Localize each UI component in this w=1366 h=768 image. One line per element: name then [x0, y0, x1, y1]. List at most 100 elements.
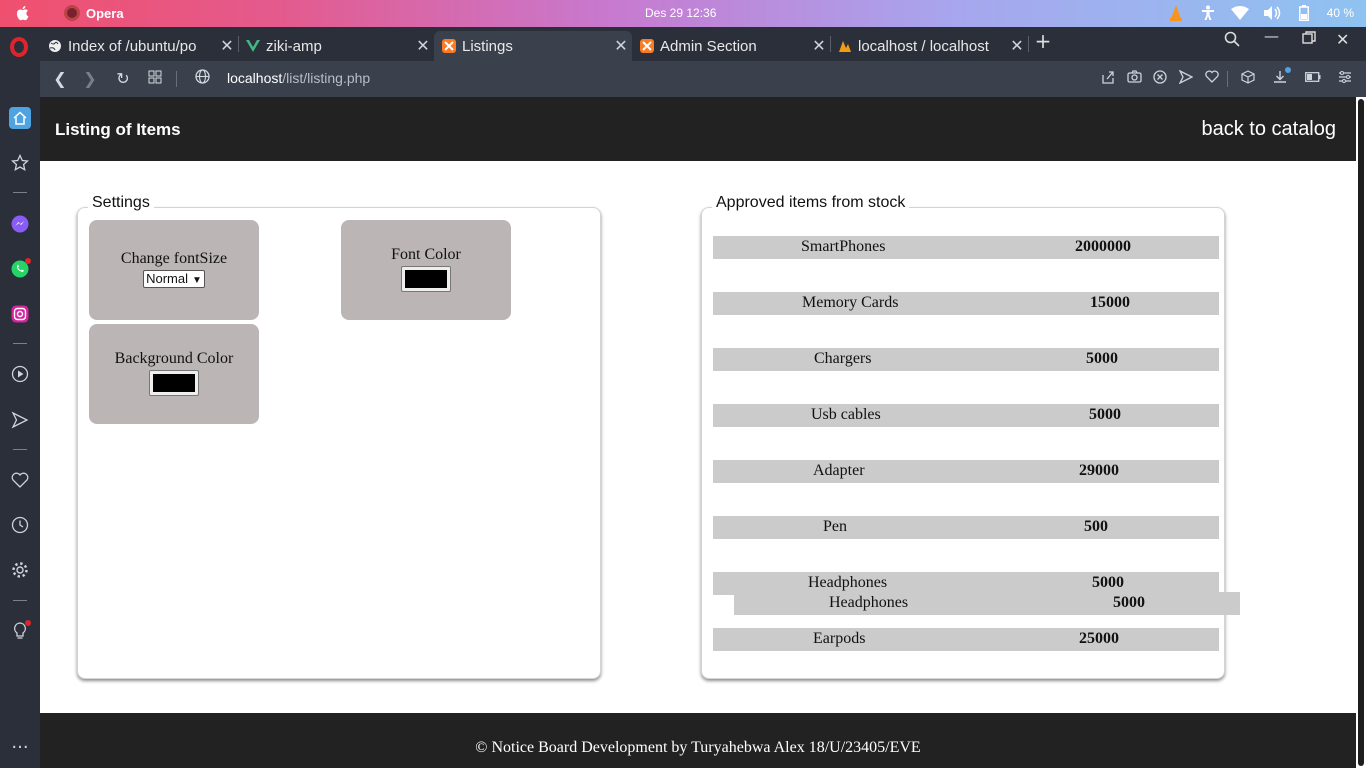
item-name: Headphones [829, 594, 909, 611]
tab-label: localhost / localhost [858, 37, 989, 55]
close-tab-icon[interactable]: ✕ [412, 36, 434, 56]
page-footer: © Notice Board Development by Turyahebwa… [40, 713, 1356, 768]
back-icon[interactable]: ❮ [50, 69, 70, 89]
tab-phpmyadmin[interactable]: localhost / localhost ✕ [830, 31, 1028, 61]
stock-row[interactable]: Memory Cards 15000 [713, 292, 1219, 315]
volume-icon[interactable] [1263, 4, 1281, 22]
url-field[interactable]: localhost/list/listing.php [227, 70, 370, 86]
stock-row[interactable]: SmartPhones 2000000 [713, 236, 1219, 259]
item-name: Pen [823, 518, 847, 535]
system-tray: 40 % [1167, 4, 1354, 22]
sidebar-divider [13, 449, 27, 450]
pinboard-heart-icon[interactable] [9, 469, 31, 491]
flow-send-icon[interactable] [9, 409, 31, 431]
sidebar-divider [13, 343, 27, 344]
font-color-box: Font Color [341, 220, 511, 320]
site-info-globe-icon[interactable] [192, 69, 212, 89]
settings-gear-icon[interactable] [9, 559, 31, 581]
home-icon[interactable] [9, 107, 31, 129]
apple-icon[interactable] [14, 4, 32, 22]
item-quantity: 2000000 [1075, 238, 1131, 255]
page-header: Listing of Items back to catalog [40, 97, 1356, 161]
opera-menu-icon[interactable] [10, 37, 28, 57]
page-scrollbar[interactable] [1356, 97, 1366, 768]
close-tab-icon[interactable]: ✕ [1006, 36, 1028, 56]
send-icon[interactable] [1177, 69, 1195, 88]
accessibility-icon[interactable] [1199, 4, 1217, 22]
instagram-icon[interactable] [9, 303, 31, 325]
stock-panel: Approved items from stock SmartPhones 20… [701, 194, 1240, 679]
notification-dot-icon [25, 258, 31, 264]
item-quantity: 5000 [1092, 574, 1124, 591]
maximize-icon[interactable] [1302, 31, 1316, 49]
background-color-box: Background Color [89, 324, 259, 424]
notification-dot-icon [25, 620, 31, 626]
stock-legend: Approved items from stock [712, 194, 910, 212]
toolbar-divider [176, 71, 177, 87]
app-name[interactable]: Opera [86, 6, 124, 21]
stock-row[interactable]: Adapter 29000 [713, 460, 1219, 483]
tab-admin-section[interactable]: Admin Section ✕ [632, 31, 830, 61]
heart-icon[interactable] [1203, 70, 1221, 88]
player-icon[interactable] [9, 363, 31, 385]
url-host: localhost [227, 70, 283, 86]
scrollbar-thumb[interactable] [1358, 99, 1364, 766]
forward-icon[interactable]: ❯ [80, 69, 100, 89]
xampp-icon [442, 39, 456, 53]
os-top-bar: Opera Des 29 12:36 40 % [0, 0, 1366, 27]
font-size-selected-value: Normal [146, 271, 188, 286]
adblock-icon[interactable] [1151, 70, 1169, 88]
snapshot-icon[interactable] [1125, 70, 1143, 88]
share-icon[interactable] [1099, 70, 1117, 88]
item-name: Headphones [808, 574, 888, 591]
tab-ziki-amp[interactable]: ziki-amp ✕ [238, 31, 434, 61]
close-tab-icon[interactable]: ✕ [216, 36, 238, 56]
item-name: Memory Cards [802, 294, 899, 311]
close-tab-icon[interactable]: ✕ [610, 36, 632, 56]
item-name: Earpods [813, 630, 866, 647]
tab-listings[interactable]: Listings ✕ [434, 31, 632, 61]
footer-text: © Notice Board Development by Turyahebwa… [475, 739, 921, 756]
background-color-picker[interactable] [149, 370, 199, 396]
search-tabs-icon[interactable] [1224, 31, 1240, 51]
tab-grid-icon[interactable] [145, 69, 165, 89]
close-tab-icon[interactable]: ✕ [808, 36, 830, 56]
new-tab-button[interactable]: + [1034, 29, 1052, 53]
reload-icon[interactable]: ↻ [113, 69, 133, 89]
stock-row[interactable]: Earpods 25000 [713, 628, 1219, 651]
battery-icon[interactable] [1295, 4, 1313, 22]
address-bar: ❮ ❯ ↻ localhost/list/listing.php [40, 61, 1366, 97]
stock-row[interactable]: Usb cables 5000 [713, 404, 1219, 427]
bookmarks-star-icon[interactable] [9, 152, 31, 174]
stock-row[interactable]: Chargers 5000 [713, 348, 1219, 371]
item-quantity: 500 [1084, 518, 1108, 535]
extensions-cube-icon[interactable] [1239, 70, 1257, 88]
tab-label: Admin Section [660, 37, 757, 55]
font-size-select[interactable]: Normal ▼ [143, 270, 205, 288]
item-quantity: 5000 [1113, 594, 1145, 611]
dragging-stock-row[interactable]: Headphones 5000 [734, 592, 1240, 615]
font-color-picker[interactable] [401, 266, 451, 292]
tab-label: ziki-amp [266, 37, 322, 55]
stock-row[interactable]: Pen 500 [713, 516, 1219, 539]
wifi-icon[interactable] [1230, 4, 1249, 22]
close-window-icon[interactable]: ✕ [1336, 30, 1349, 49]
clock[interactable]: Des 29 12:36 [645, 6, 716, 20]
easy-setup-icon[interactable] [1336, 70, 1354, 88]
more-options-icon[interactable]: ··· [9, 736, 31, 758]
font-color-label: Font Color [391, 246, 461, 263]
vlc-icon[interactable] [1167, 4, 1185, 22]
sidebar-divider [13, 600, 27, 601]
messenger-icon[interactable] [9, 213, 31, 235]
battery-saver-icon[interactable] [1304, 70, 1322, 88]
item-name: Chargers [814, 350, 872, 367]
settings-panel: Settings Change fontSize Normal ▼ Font Co… [77, 194, 601, 679]
url-path: /list/listing.php [282, 70, 371, 86]
minimize-icon[interactable]: — [1264, 27, 1279, 45]
item-quantity: 5000 [1086, 350, 1118, 367]
back-to-catalog-link[interactable]: back to catalog [1201, 118, 1336, 141]
history-clock-icon[interactable] [9, 514, 31, 536]
tab-index-of-ubuntu[interactable]: Index of /ubuntu/po ✕ [40, 31, 238, 61]
item-name: Usb cables [811, 406, 881, 423]
download-badge-icon [1285, 67, 1291, 73]
